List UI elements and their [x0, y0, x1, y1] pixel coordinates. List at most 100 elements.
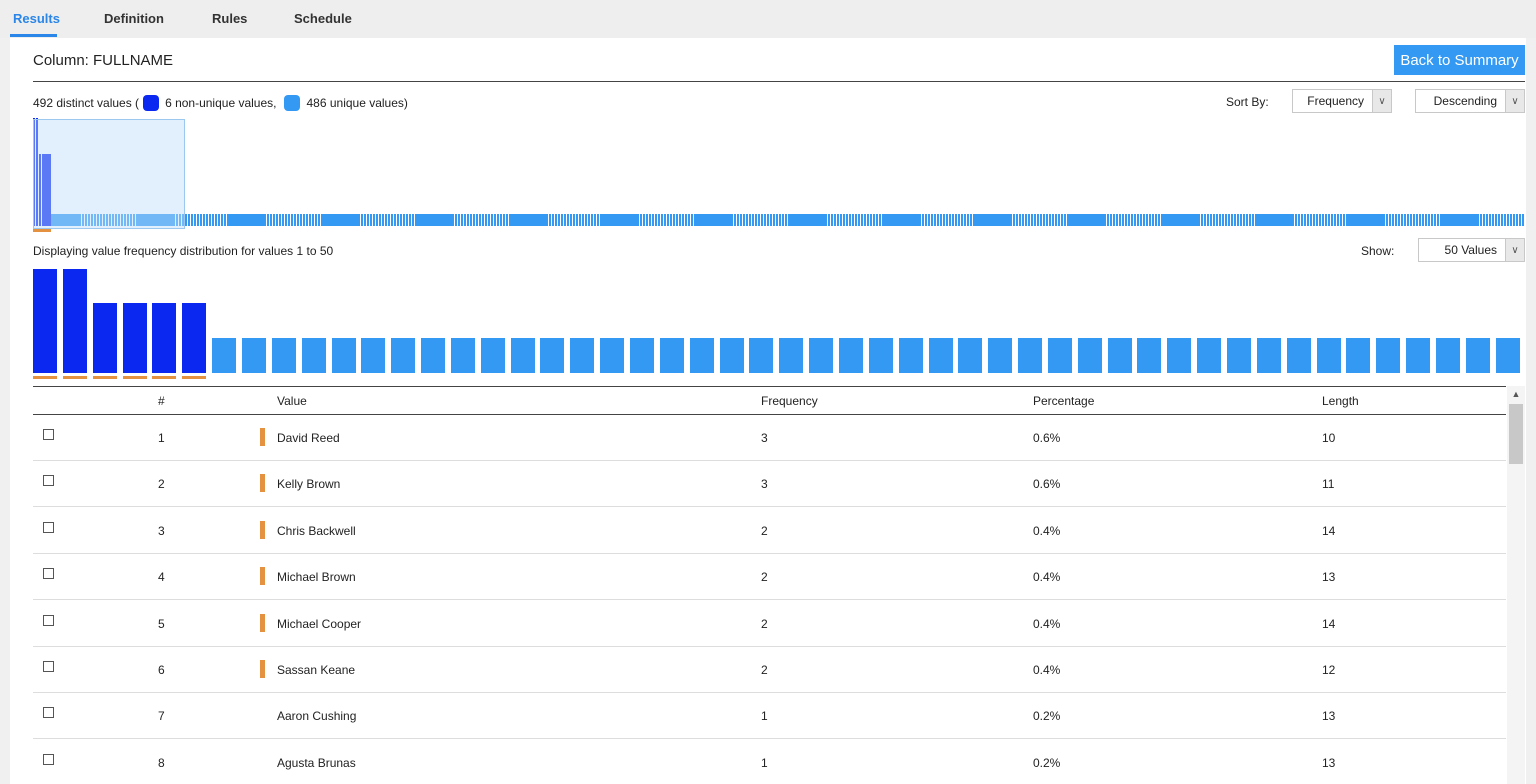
frequency-bar[interactable]: [689, 337, 714, 373]
row-length: 13: [1322, 755, 1336, 770]
frequency-bar[interactable]: [1465, 337, 1490, 373]
frequency-bar[interactable]: [1107, 337, 1132, 373]
frequency-bar[interactable]: [988, 337, 1013, 373]
frequency-bar[interactable]: [809, 337, 834, 373]
tab-schedule[interactable]: Schedule: [294, 11, 352, 26]
row-value: Michael Cooper: [277, 616, 362, 631]
sort-field-select[interactable]: Frequency ∨: [1292, 89, 1392, 113]
show-values-select[interactable]: 50 Values ∨: [1418, 238, 1525, 262]
row-percentage: 0.4%: [1033, 570, 1061, 585]
frequency-bar[interactable]: [122, 303, 147, 373]
row-checkbox[interactable]: [43, 521, 54, 533]
overview-bar: [515, 214, 518, 226]
frequency-bar[interactable]: [152, 303, 177, 373]
header-frequency[interactable]: Frequency: [761, 394, 818, 408]
value-frequency-chart: [33, 262, 1525, 382]
overview-range-selector[interactable]: [33, 119, 185, 229]
frequency-bar[interactable]: [241, 337, 266, 373]
back-to-summary-button[interactable]: Back to Summary: [1394, 45, 1525, 75]
frequency-bar[interactable]: [212, 337, 237, 373]
frequency-bar[interactable]: [659, 337, 684, 373]
header-value[interactable]: Value: [277, 394, 307, 408]
row-checkbox[interactable]: [43, 568, 54, 580]
frequency-bar[interactable]: [92, 303, 117, 373]
frequency-bar[interactable]: [301, 337, 326, 373]
frequency-bar[interactable]: [33, 269, 57, 373]
frequency-bar[interactable]: [480, 337, 505, 373]
frequency-bar[interactable]: [62, 269, 87, 373]
frequency-bar[interactable]: [510, 337, 535, 373]
overview-bar: [1188, 214, 1191, 226]
header-percentage[interactable]: Percentage: [1033, 394, 1094, 408]
frequency-bar[interactable]: [600, 337, 625, 373]
row-checkbox[interactable]: [43, 661, 54, 672]
table-row[interactable]: 2 Kelly Brown 3 0.6% 11: [33, 460, 1506, 508]
sort-order-value: Descending: [1433, 94, 1497, 108]
scroll-up-icon[interactable]: ▲: [1507, 386, 1525, 402]
frequency-bar[interactable]: [1018, 337, 1043, 373]
frequency-bar[interactable]: [1286, 337, 1311, 373]
frequency-bar[interactable]: [779, 337, 804, 373]
row-checkbox[interactable]: [43, 614, 54, 626]
duplicate-marker: [33, 376, 57, 379]
frequency-bar[interactable]: [1495, 337, 1520, 373]
frequency-bar[interactable]: [421, 337, 446, 373]
frequency-bar[interactable]: [1346, 337, 1371, 373]
frequency-bar[interactable]: [391, 337, 416, 373]
table-row[interactable]: 6 Sassan Keane 2 0.4% 12: [33, 646, 1506, 693]
frequency-bar[interactable]: [1227, 337, 1251, 373]
table-row[interactable]: 3 Chris Backwell 2 0.4% 14: [33, 507, 1506, 554]
frequency-bar[interactable]: [1316, 337, 1341, 373]
frequency-bar[interactable]: [1047, 337, 1072, 373]
frequency-bar[interactable]: [331, 337, 356, 373]
frequency-bar[interactable]: [182, 303, 207, 373]
frequency-bar[interactable]: [719, 337, 744, 373]
sort-order-select[interactable]: Descending ∨: [1415, 89, 1525, 113]
tab-rules[interactable]: Rules: [212, 11, 247, 26]
overview-bar: [1485, 214, 1488, 226]
frequency-bar[interactable]: [928, 337, 953, 373]
table-row[interactable]: 5 Michael Cooper 2 0.4% 14: [33, 600, 1506, 647]
duplicate-marker-icon: [260, 567, 265, 586]
overview-bar: [1373, 214, 1376, 226]
table-row[interactable]: 7 Aaron Cushing 1 0.2% 13: [33, 692, 1506, 740]
frequency-bar[interactable]: [1167, 337, 1192, 373]
duplicate-marker: [122, 376, 147, 379]
tab-definition[interactable]: Definition: [104, 11, 164, 26]
frequency-bar[interactable]: [1077, 337, 1102, 373]
frequency-bar[interactable]: [1376, 337, 1401, 373]
frequency-bar[interactable]: [1406, 337, 1431, 373]
frequency-bar[interactable]: [838, 337, 863, 373]
frequency-bar[interactable]: [540, 337, 565, 373]
non-unique-values-text: 6 non-unique values,: [165, 96, 277, 110]
overview-bar: [217, 214, 221, 226]
frequency-bar[interactable]: [1137, 337, 1162, 373]
table-row[interactable]: 4 Michael Brown 2 0.4% 13: [33, 553, 1506, 601]
tab-results[interactable]: Results: [13, 11, 60, 26]
table-row[interactable]: 1 David Reed 3 0.6% 10: [33, 414, 1506, 461]
duplicate-marker-icon: [260, 613, 265, 632]
row-checkbox[interactable]: [43, 429, 54, 440]
table-scrollbar[interactable]: ▲: [1507, 386, 1525, 784]
row-checkbox[interactable]: [43, 707, 54, 719]
frequency-bar[interactable]: [570, 337, 595, 373]
frequency-bar[interactable]: [1256, 337, 1281, 373]
row-checkbox[interactable]: [43, 475, 54, 487]
frequency-bar[interactable]: [749, 337, 774, 373]
frequency-bar[interactable]: [450, 337, 475, 373]
frequency-bar[interactable]: [958, 337, 983, 373]
header-length[interactable]: Length: [1322, 394, 1359, 408]
overview-bar: [293, 214, 297, 226]
frequency-bar[interactable]: [868, 337, 893, 373]
frequency-bar[interactable]: [271, 337, 296, 373]
frequency-bar[interactable]: [361, 337, 386, 373]
scroll-thumb[interactable]: [1509, 404, 1523, 464]
table-row[interactable]: 8 Agusta Brunas 1 0.2% 13: [33, 739, 1506, 784]
row-number: 5: [158, 616, 165, 631]
row-checkbox[interactable]: [43, 753, 54, 765]
frequency-bar[interactable]: [1197, 337, 1222, 373]
frequency-bar[interactable]: [630, 337, 654, 373]
frequency-bar[interactable]: [1435, 337, 1460, 373]
duplicate-marker: [152, 376, 177, 379]
frequency-bar[interactable]: [898, 337, 923, 373]
